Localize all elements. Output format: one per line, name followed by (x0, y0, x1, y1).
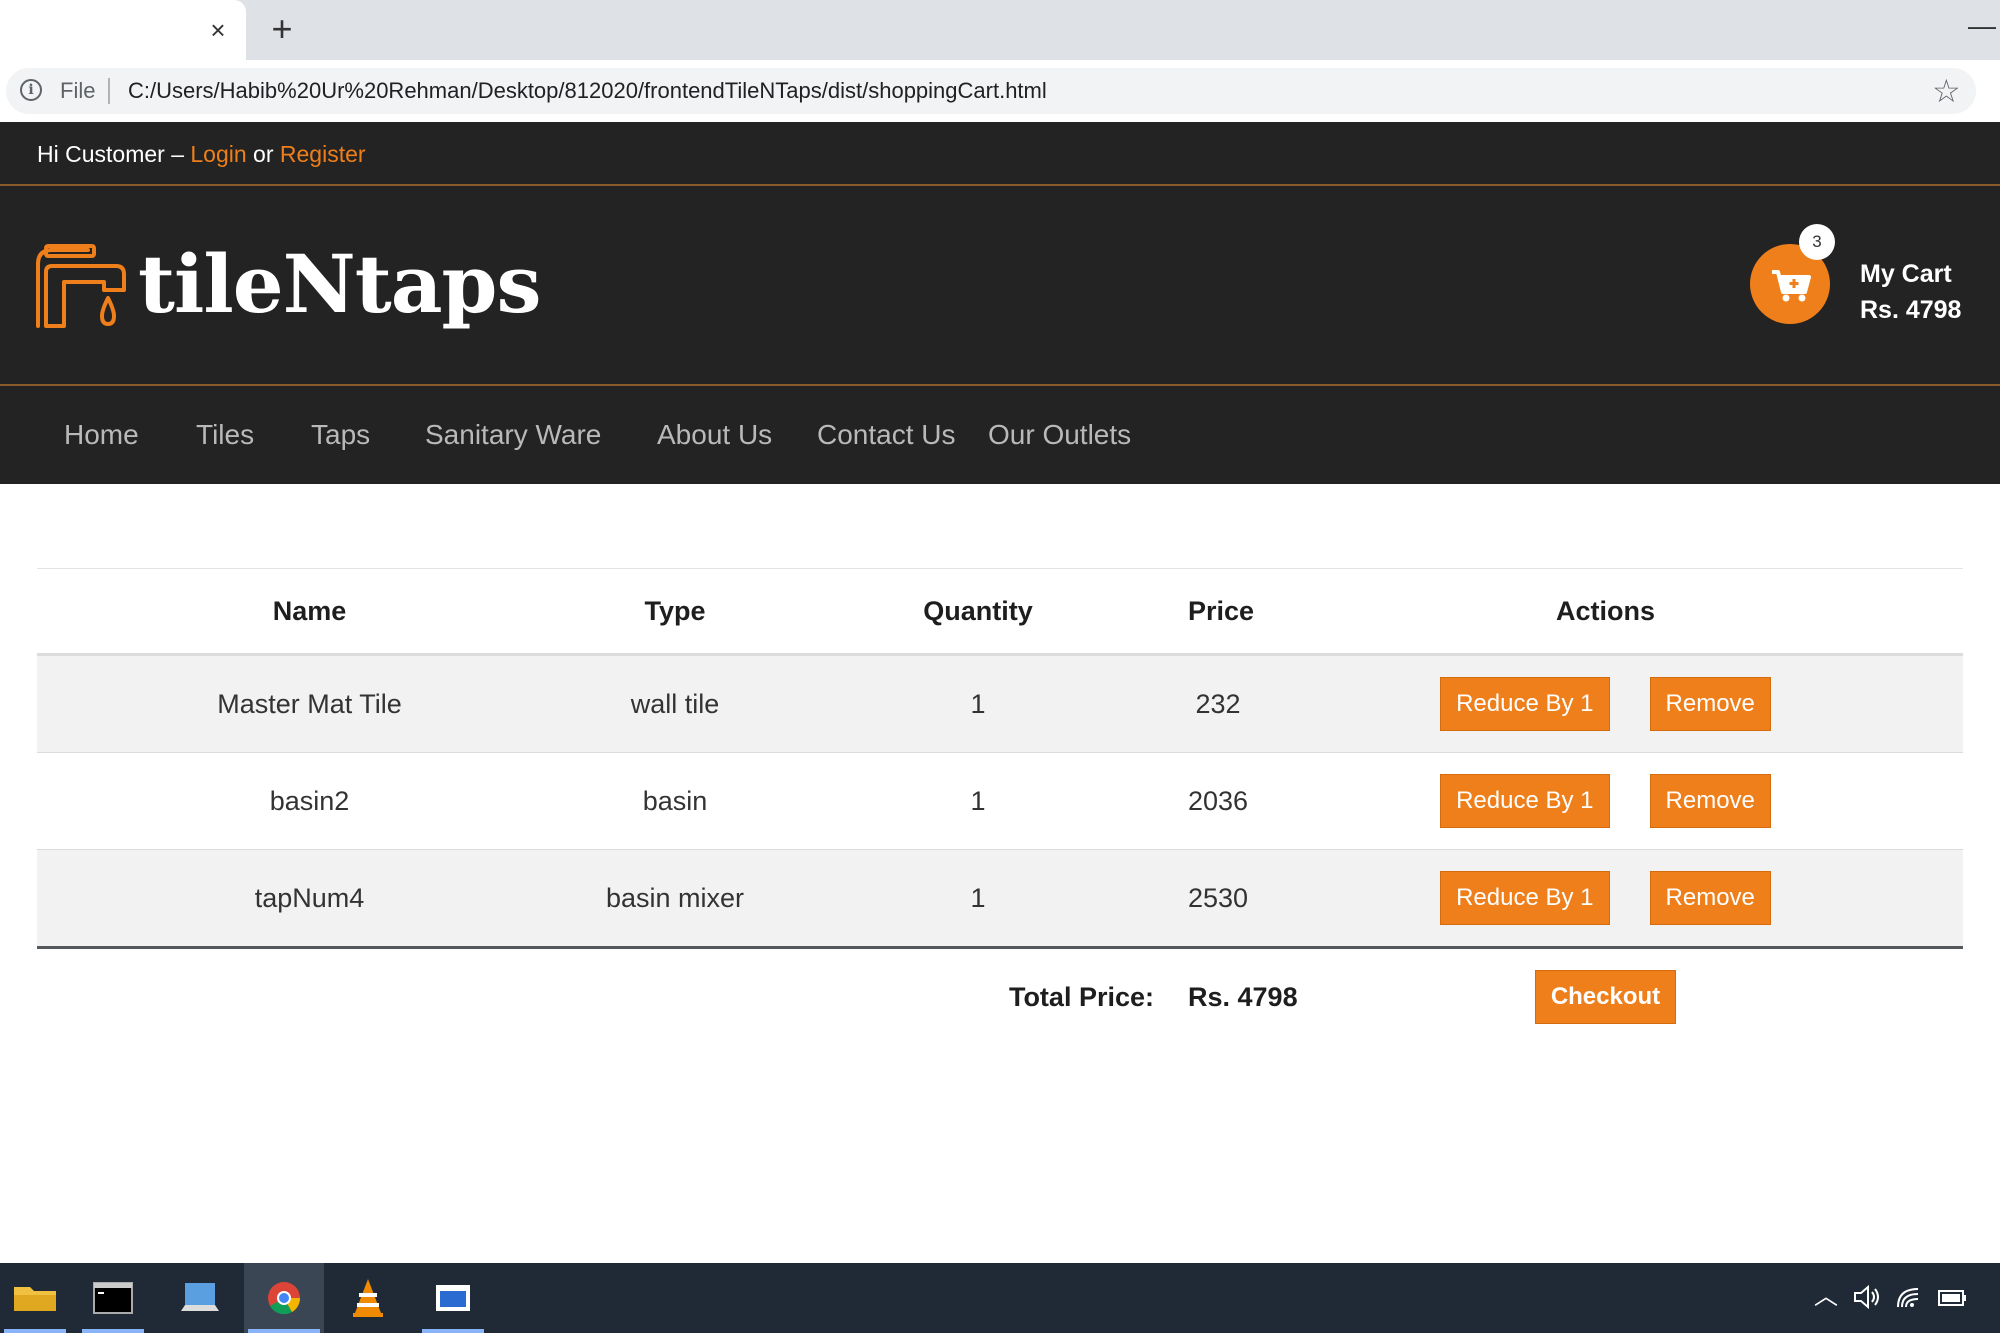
cell-actions: Reduce By 1 Remove (1248, 849, 1963, 949)
window-app-icon[interactable] (418, 1263, 488, 1333)
cart-table: Name Type Quantity Price Actions Master … (37, 568, 1963, 1045)
chrome-icon[interactable] (244, 1263, 324, 1333)
remove-button[interactable]: Remove (1649, 774, 1771, 828)
remote-desktop-icon[interactable] (163, 1263, 233, 1333)
cart-summary[interactable]: My Cart Rs. 4798 (1860, 256, 1961, 328)
total-price-label: Total Price: (768, 947, 1188, 1045)
cell-actions: Reduce By 1 Remove (1248, 654, 1963, 753)
chevron-up-icon[interactable]: ︿ (1814, 1283, 1838, 1311)
cell-price: 232 (1188, 654, 1248, 753)
taskbar: ︿ (0, 1263, 2000, 1333)
register-link[interactable]: Register (280, 141, 366, 167)
nav-our-outlets[interactable]: Our Outlets (988, 418, 1131, 452)
reduce-by-one-button[interactable]: Reduce By 1 (1440, 677, 1610, 731)
cell-type: wall tile (582, 654, 768, 753)
table-row: tapNum4 basin mixer 1 2530 Reduce By 1 Re… (37, 849, 1963, 949)
reduce-by-one-button[interactable]: Reduce By 1 (1440, 871, 1610, 925)
cell-price: 2036 (1188, 752, 1248, 850)
address-separator (108, 78, 110, 104)
browser-tab[interactable]: × (0, 0, 246, 60)
new-tab-button[interactable]: + (262, 10, 302, 50)
nav-taps[interactable]: Taps (311, 418, 370, 452)
close-tab-icon[interactable]: × (200, 12, 236, 48)
greeting-text: Hi Customer – (37, 141, 184, 167)
nav-home[interactable]: Home (64, 418, 139, 452)
reduce-by-one-button[interactable]: Reduce By 1 (1440, 774, 1610, 828)
info-icon[interactable]: i (20, 79, 42, 101)
vlc-icon[interactable] (333, 1263, 403, 1333)
greeting: Hi Customer – Login or Register (37, 141, 366, 167)
cart-count-badge: 3 (1799, 224, 1835, 260)
minimize-window-button[interactable]: — (1968, 6, 2000, 46)
speaker-icon[interactable] (1852, 1283, 1882, 1318)
nav-sanitary-ware[interactable]: Sanitary Ware (425, 418, 601, 452)
star-icon[interactable]: ☆ (1932, 73, 1961, 109)
cell-name: basin2 (37, 752, 582, 850)
cell-type: basin (582, 752, 768, 850)
cell-actions: Reduce By 1 Remove (1248, 752, 1963, 850)
column-header-name: Name (37, 568, 582, 656)
browser-toolbar: i File C:/Users/Habib%20Ur%20Rehman/Desk… (0, 60, 2000, 122)
checkout-cell: Checkout (1248, 947, 1963, 1045)
command-prompt-icon[interactable] (78, 1263, 148, 1333)
address-url[interactable]: C:/Users/Habib%20Ur%20Rehman/Desktop/812… (128, 79, 1047, 103)
nav-tiles[interactable]: Tiles (196, 418, 254, 452)
total-row: Total Price: Rs. 4798 Checkout (37, 947, 1963, 1045)
table-row: basin2 basin 1 2036 Reduce By 1 Remove (37, 752, 1963, 850)
login-link[interactable]: Login (190, 141, 246, 167)
cell-price: 2530 (1188, 849, 1248, 949)
battery-icon[interactable] (1936, 1283, 1968, 1318)
cell-name: tapNum4 (37, 849, 582, 949)
cart-total: Rs. 4798 (1860, 296, 1962, 324)
column-header-price: Price (1188, 568, 1254, 656)
remove-button[interactable]: Remove (1649, 677, 1771, 731)
cell-quantity: 1 (768, 752, 1188, 850)
wifi-icon[interactable] (1894, 1283, 1924, 1318)
address-scheme-label: File (60, 78, 96, 103)
cart-label: My Cart (1860, 260, 1952, 288)
main-nav: Home Tiles Taps Sanitary Ware About Us C… (0, 386, 2000, 484)
checkout-button[interactable]: Checkout (1534, 970, 1677, 1024)
remove-button[interactable]: Remove (1649, 871, 1771, 925)
table-header-row: Name Type Quantity Price Actions (37, 568, 1963, 656)
column-header-quantity: Quantity (768, 568, 1188, 656)
faucet-icon[interactable] (34, 242, 128, 337)
cell-name: Master Mat Tile (37, 654, 582, 753)
file-explorer-icon[interactable] (0, 1263, 70, 1333)
browser-tab-strip: × + — (0, 0, 2000, 60)
table-row: Master Mat Tile wall tile 1 232 Reduce B… (37, 654, 1963, 753)
total-price-value: Rs. 4798 (1188, 947, 1298, 1045)
cell-type: basin mixer (582, 849, 768, 949)
logo-text[interactable]: tileNtaps (138, 238, 542, 330)
nav-about-us[interactable]: About Us (657, 418, 772, 452)
cell-quantity: 1 (768, 654, 1188, 753)
or-text: or (253, 141, 274, 167)
address-bar[interactable]: i File C:/Users/Habib%20Ur%20Rehman/Desk… (6, 68, 1976, 114)
column-header-type: Type (582, 568, 768, 656)
column-header-actions: Actions (1248, 568, 1963, 656)
cell-quantity: 1 (768, 849, 1188, 949)
nav-contact-us[interactable]: Contact Us (817, 418, 956, 452)
site-header: tileNtaps 3 My Cart Rs. 4798 (0, 186, 2000, 386)
site-top-bar: Hi Customer – Login or Register (0, 122, 2000, 186)
